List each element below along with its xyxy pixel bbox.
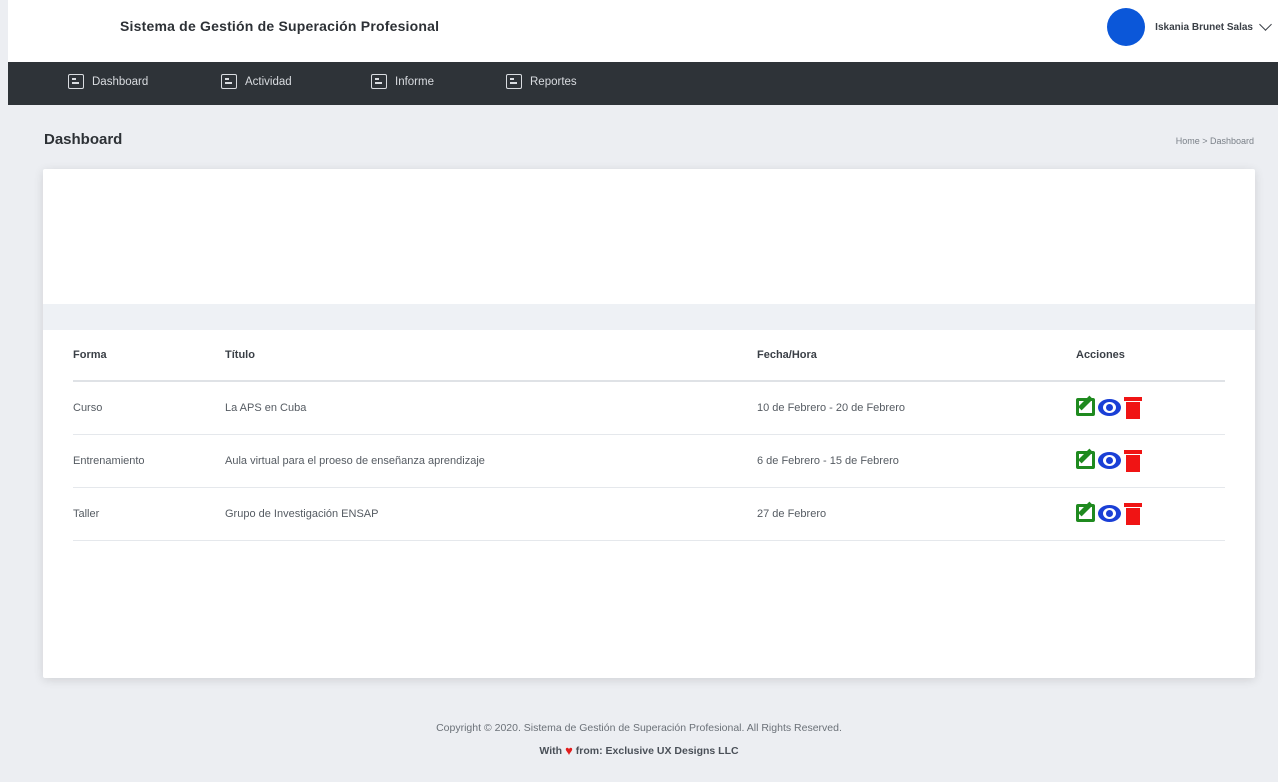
credit-line: With ♥ from: Exclusive UX Designs LLC (0, 743, 1278, 758)
row-actions (1076, 501, 1142, 525)
user-name[interactable]: Iskania Brunet Salas (1155, 22, 1253, 33)
trash-icon[interactable] (1124, 395, 1142, 419)
row-actions (1076, 448, 1142, 472)
avatar[interactable] (1107, 8, 1146, 46)
calendar-icon (371, 74, 387, 89)
copyright-text: Copyright © 2020. Sistema de Gestión de … (436, 722, 842, 734)
cell-titulo: La APS en Cuba (225, 402, 307, 414)
table-row: Entrenamiento Aula virtual para el proes… (73, 435, 1225, 488)
cell-forma: Curso (73, 402, 103, 414)
cell-forma: Taller (73, 508, 100, 520)
user-menu[interactable]: Iskania Brunet Salas (1107, 8, 1272, 46)
breadcrumb[interactable]: Home > Dashboard (1176, 136, 1254, 146)
top-header: Sistema de Gestión de Superación Profesi… (8, 0, 1278, 62)
cell-titulo: Grupo de Investigación ENSAP (225, 508, 379, 520)
nav-item-informe[interactable]: Informe (371, 74, 434, 89)
trash-icon[interactable] (1124, 448, 1142, 472)
header-acciones: Acciones (1076, 349, 1125, 361)
header-fecha: Fecha/Hora (757, 349, 817, 361)
activities-card: Forma Título Fecha/Hora Acciones Curso L… (43, 169, 1255, 678)
main-navbar: Dashboard Actividad Informe Reportes (8, 62, 1278, 105)
nav-label: Informe (395, 75, 434, 88)
card-divider (43, 304, 1255, 330)
edit-icon[interactable] (1076, 504, 1095, 522)
nav-label: Actividad (245, 75, 292, 88)
calendar-icon (221, 74, 237, 89)
calendar-icon (68, 74, 84, 89)
nav-label: Dashboard (92, 75, 149, 88)
chevron-down-icon[interactable] (1259, 18, 1272, 31)
nav-item-reportes[interactable]: Reportes (506, 74, 577, 89)
cell-fecha: 6 de Febrero - 15 de Febrero (757, 455, 899, 467)
view-icon[interactable] (1098, 451, 1121, 469)
cell-titulo: Aula virtual para el proeso de enseñanza… (225, 455, 485, 467)
app-title: Sistema de Gestión de Superación Profesi… (120, 18, 440, 34)
calendar-icon (506, 74, 522, 89)
page-title: Dashboard (44, 131, 123, 148)
edit-icon[interactable] (1076, 451, 1095, 469)
nav-label: Reportes (530, 75, 577, 88)
view-icon[interactable] (1098, 504, 1121, 522)
credit-from: from: Exclusive UX Designs LLC (575, 744, 739, 757)
trash-icon[interactable] (1124, 501, 1142, 525)
heart-icon: ♥ (565, 743, 573, 758)
nav-item-dashboard[interactable]: Dashboard (68, 74, 148, 89)
footer: Copyright © 2020. Sistema de Gestión de … (0, 722, 1278, 758)
view-icon[interactable] (1098, 398, 1121, 416)
nav-item-actividad[interactable]: Actividad (221, 74, 292, 89)
table-row: Taller Grupo de Investigación ENSAP 27 d… (73, 488, 1225, 541)
credit-with: With (539, 744, 563, 757)
cell-forma: Entrenamiento (73, 455, 145, 467)
row-actions (1076, 395, 1142, 419)
table-row: Curso La APS en Cuba 10 de Febrero - 20 … (73, 382, 1225, 435)
edit-icon[interactable] (1076, 398, 1095, 416)
cell-fecha: 27 de Febrero (757, 508, 827, 520)
cell-fecha: 10 de Febrero - 20 de Febrero (757, 402, 905, 414)
header-titulo: Título (225, 349, 255, 361)
header-forma: Forma (73, 349, 107, 361)
